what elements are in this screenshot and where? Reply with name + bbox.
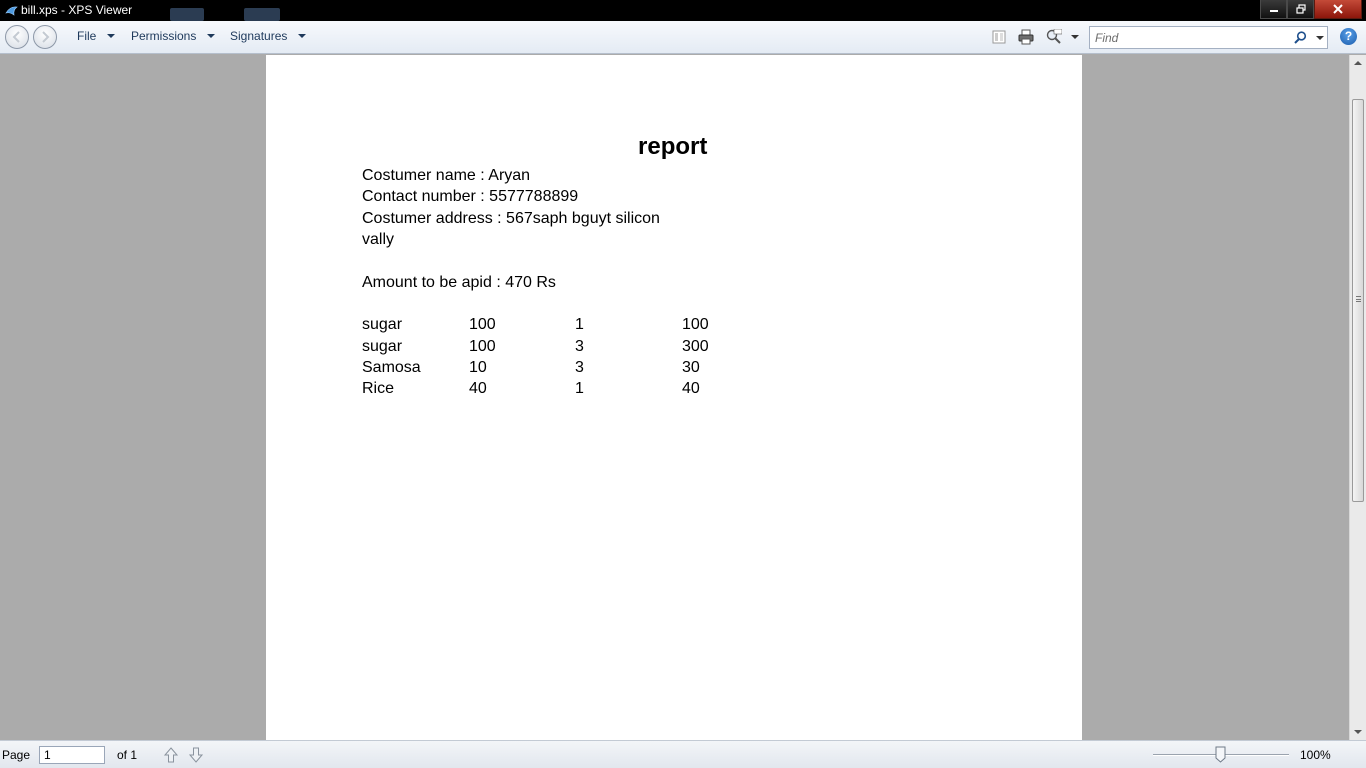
page-count-label: of 1 — [117, 748, 138, 762]
page-number-input[interactable] — [39, 746, 105, 764]
address-line: Costumer address : 567saph bguyt silicon — [362, 210, 660, 227]
amount-line: Amount to be apid : 470 Rs — [362, 274, 556, 291]
search-box[interactable] — [1089, 26, 1328, 49]
chevron-down-icon — [207, 34, 216, 38]
item-qty: 3 — [575, 338, 584, 355]
contact-number-line: Contact number : 5577788899 — [362, 188, 579, 205]
page-label: Page — [2, 748, 31, 762]
item-price: 40 — [469, 380, 487, 397]
restore-button[interactable] — [1287, 0, 1314, 19]
minimize-icon — [1269, 10, 1278, 12]
menu-file-label: File — [77, 29, 97, 43]
help-icon[interactable]: ? — [1340, 28, 1357, 45]
menu-permissions-label: Permissions — [131, 29, 197, 43]
document-viewport[interactable]: report Costumer name : Aryan Contact num… — [0, 55, 1349, 740]
item-name: sugar — [362, 316, 403, 333]
search-icon[interactable] — [1294, 31, 1307, 44]
toolbar: File Permissions Signatures ? — [0, 21, 1366, 54]
item-total: 40 — [682, 380, 700, 397]
background-window-ghost — [170, 8, 204, 21]
document-title: report — [638, 133, 708, 160]
menu-signatures[interactable]: Signatures — [230, 29, 307, 43]
item-qty: 1 — [575, 316, 584, 333]
chevron-down-icon — [107, 34, 116, 38]
forward-button[interactable] — [33, 25, 57, 49]
minimize-button[interactable] — [1260, 0, 1287, 19]
status-bar: Page of 1 100% — [0, 740, 1366, 768]
close-button[interactable] — [1314, 0, 1362, 19]
item-total: 30 — [682, 359, 700, 376]
menu-file[interactable]: File — [77, 29, 116, 43]
item-total: 300 — [682, 338, 709, 355]
address-line-continued: vally — [362, 231, 395, 248]
back-icon — [12, 31, 20, 43]
item-qty: 1 — [575, 380, 584, 397]
title-bar: bill.xps - XPS Viewer — [0, 0, 1366, 21]
item-name: sugar — [362, 338, 403, 355]
item-name: Samosa — [362, 359, 421, 376]
back-button[interactable] — [5, 25, 29, 49]
item-price: 100 — [469, 316, 496, 333]
item-qty: 3 — [575, 359, 584, 376]
zoom-level: 100% — [1300, 748, 1331, 762]
item-total: 100 — [682, 316, 709, 333]
zoom-icon[interactable] — [1046, 29, 1062, 45]
restore-icon — [1295, 4, 1306, 14]
item-price: 10 — [469, 359, 487, 376]
customer-name-line: Costumer name : Aryan — [362, 167, 531, 184]
item-price: 100 — [469, 338, 496, 355]
vertical-scrollbar[interactable] — [1349, 55, 1366, 740]
print-icon[interactable] — [1018, 29, 1034, 45]
search-input[interactable] — [1095, 30, 1285, 46]
scroll-up-icon[interactable] — [1354, 61, 1362, 65]
document-page: report Costumer name : Aryan Contact num… — [266, 55, 1082, 740]
menu-signatures-label: Signatures — [230, 29, 288, 43]
chevron-down-icon — [298, 34, 307, 38]
chevron-down-icon[interactable] — [1316, 36, 1324, 40]
forward-icon — [42, 31, 50, 43]
page-up-icon[interactable] — [163, 746, 179, 764]
window-title: bill.xps - XPS Viewer — [21, 3, 133, 17]
zoom-slider-thumb[interactable] — [1215, 746, 1226, 763]
chevron-down-icon[interactable] — [1071, 35, 1079, 39]
scrollbar-thumb[interactable] — [1352, 99, 1364, 502]
page-view-icon[interactable] — [991, 29, 1007, 45]
page-down-icon[interactable] — [188, 746, 204, 764]
item-name: Rice — [362, 380, 395, 397]
background-window-ghost — [244, 8, 280, 21]
menu-permissions[interactable]: Permissions — [131, 29, 216, 43]
scroll-down-icon[interactable] — [1354, 730, 1362, 734]
grip-icon — [1356, 296, 1361, 302]
app-icon — [5, 6, 18, 16]
close-icon — [1333, 4, 1343, 14]
